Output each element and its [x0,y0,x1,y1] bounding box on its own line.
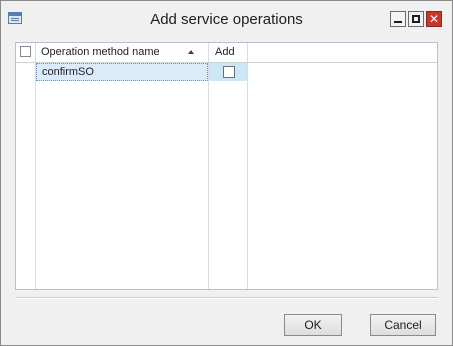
cancel-button[interactable]: Cancel [370,314,436,336]
operations-grid: Operation method name Add confirmSO [15,42,438,290]
grid-header: Operation method name Add [16,43,437,63]
column-header-operation-method-name[interactable]: Operation method name [41,46,160,58]
ok-button[interactable]: OK [284,314,342,336]
title-bar[interactable]: Add service operations ✕ [1,1,452,39]
maximize-button[interactable] [408,11,424,27]
maximize-icon [412,15,420,23]
close-button[interactable]: ✕ [426,11,442,27]
dialog-window: Add service operations ✕ Operation metho… [0,0,453,346]
table-row[interactable]: confirmSO [36,63,248,81]
footer-divider [15,297,438,299]
operation-method-name-cell[interactable]: confirmSO [36,63,208,81]
add-cell[interactable] [209,63,247,81]
window-title: Add service operations [150,11,303,28]
column-header-add[interactable]: Add [215,46,235,58]
minimize-button[interactable] [390,11,406,27]
close-icon: ✕ [428,12,440,26]
sort-ascending-icon[interactable] [188,50,194,54]
select-all-checkbox[interactable] [20,46,31,57]
minimize-icon [394,21,402,23]
add-checkbox[interactable] [223,66,235,78]
